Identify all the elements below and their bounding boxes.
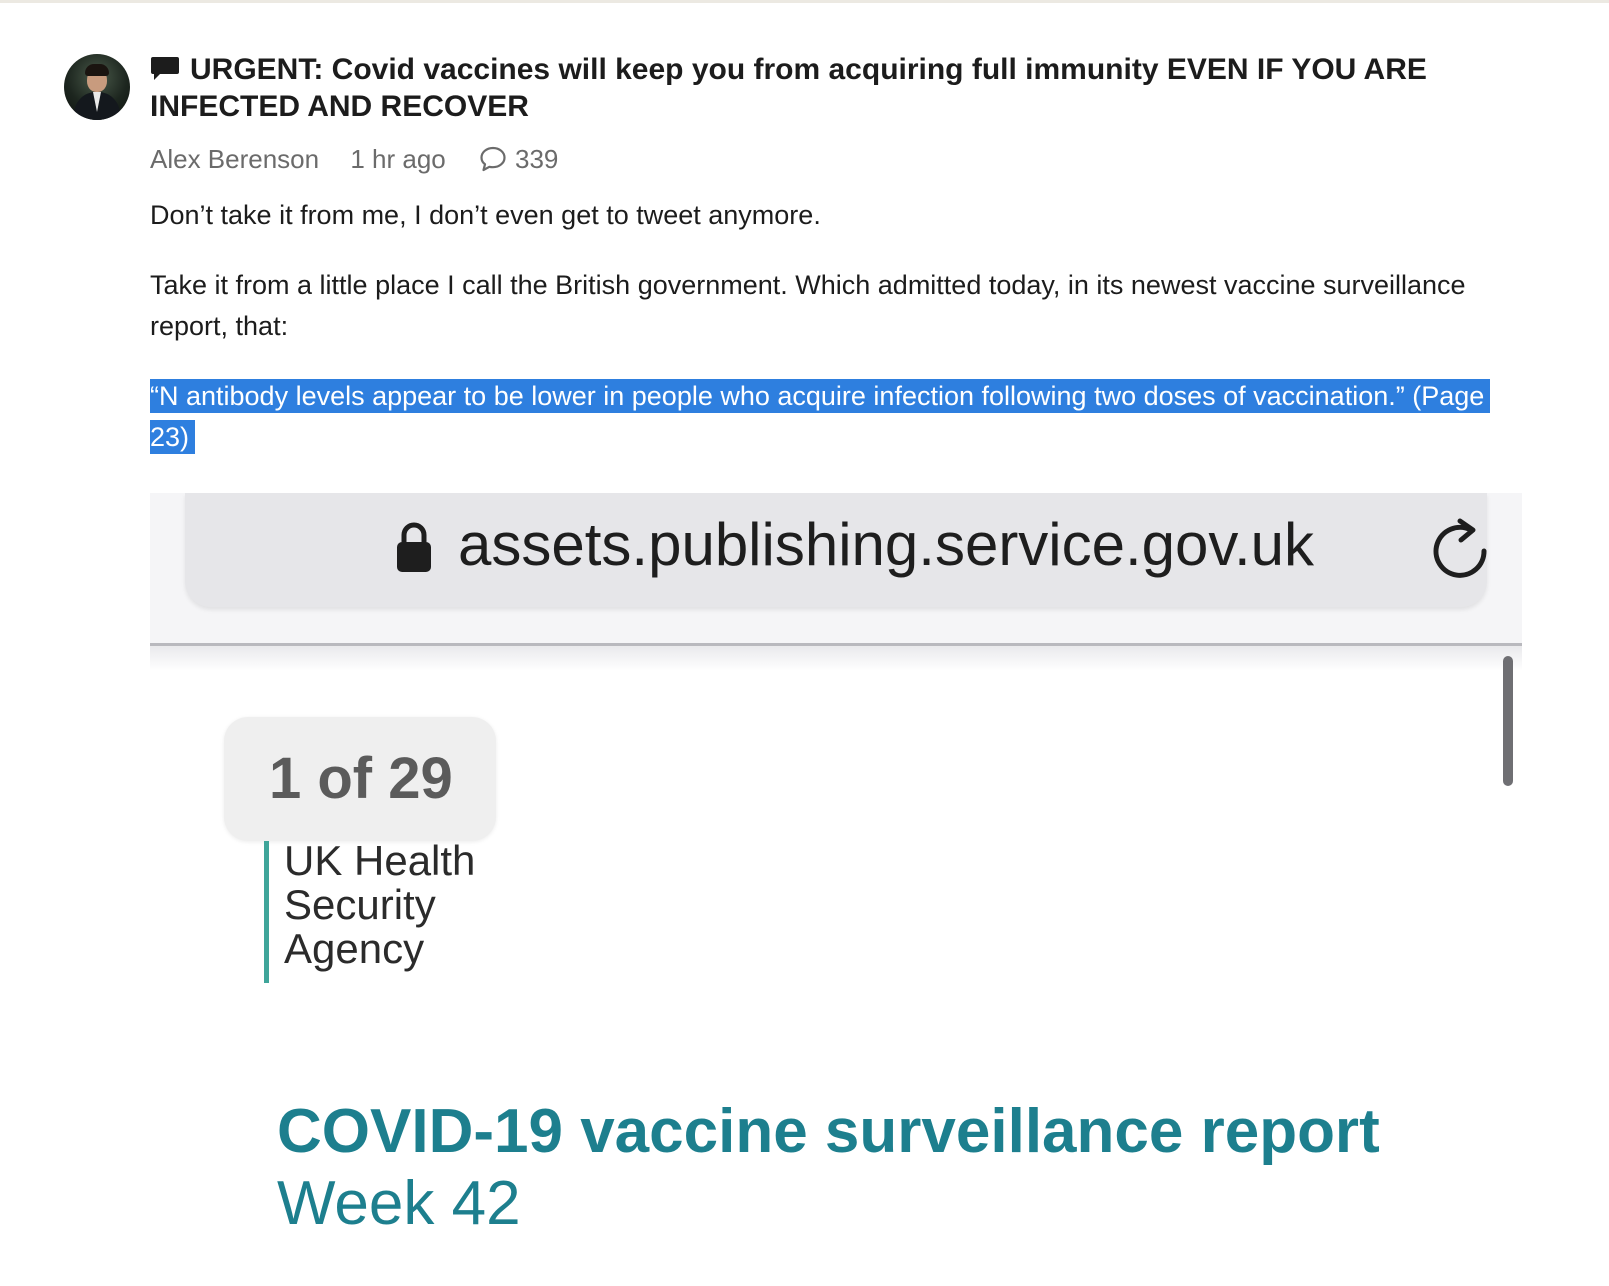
chat-bubble-icon bbox=[150, 54, 180, 80]
agency-line: Agency bbox=[284, 925, 425, 972]
highlighted-quote: “N antibody levels appear to be lower in… bbox=[150, 376, 1500, 458]
toolbar-shadow bbox=[150, 646, 1522, 671]
embedded-screenshot[interactable]: assets.publishing.service.gov.uk 1 of 29… bbox=[150, 493, 1522, 1286]
page-counter: 1 of 29 bbox=[224, 717, 496, 841]
url-bar: assets.publishing.service.gov.uk bbox=[185, 493, 1487, 607]
author-avatar[interactable] bbox=[64, 54, 130, 120]
comment-count[interactable]: 339 bbox=[515, 143, 558, 175]
comment-icon[interactable] bbox=[479, 145, 507, 173]
agency-line: UK Health bbox=[284, 837, 476, 884]
top-divider bbox=[0, 0, 1609, 3]
report-subtitle: Week 42 bbox=[277, 1169, 521, 1238]
scrollbar-thumb bbox=[1503, 656, 1513, 786]
agency-logo-bar bbox=[264, 841, 269, 983]
quote-selection: “N antibody levels appear to be lower in… bbox=[150, 379, 1491, 454]
browser-url-area: assets.publishing.service.gov.uk bbox=[150, 493, 1522, 643]
body-paragraph: Don’t take it from me, I don’t even get … bbox=[150, 200, 821, 230]
reload-icon bbox=[1433, 518, 1487, 578]
post-time: 1 hr ago bbox=[350, 144, 446, 175]
avatar-hair bbox=[85, 64, 109, 76]
post-meta: Alex Berenson 1 hr ago 339 bbox=[150, 141, 558, 175]
url-text: assets.publishing.service.gov.uk bbox=[458, 511, 1314, 578]
report-title: COVID-19 vaccine surveillance report bbox=[277, 1097, 1380, 1166]
agency-logo-text: UK Health Security Agency bbox=[284, 839, 475, 971]
page-counter-text: 1 of 29 bbox=[269, 746, 453, 811]
post-title-text: URGENT: Covid vaccines will keep you fro… bbox=[150, 53, 1427, 123]
lock-icon bbox=[397, 522, 431, 572]
agency-line: Security bbox=[284, 881, 436, 928]
author-name[interactable]: Alex Berenson bbox=[150, 143, 319, 175]
post-title[interactable]: URGENT: Covid vaccines will keep you fro… bbox=[150, 51, 1510, 125]
body-paragraph: Take it from a little place I call the B… bbox=[150, 270, 1466, 341]
